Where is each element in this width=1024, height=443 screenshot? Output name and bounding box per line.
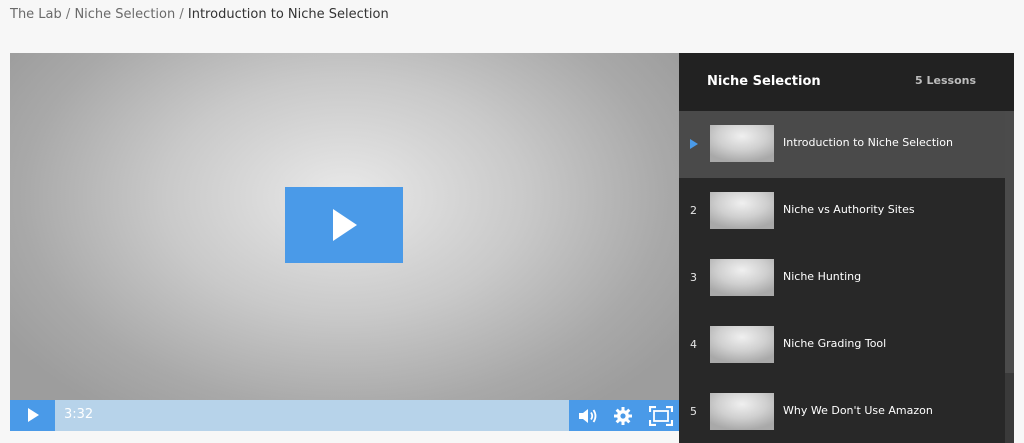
- settings-button[interactable]: [605, 400, 641, 431]
- course-section-title: Niche Selection: [707, 74, 821, 89]
- lesson-item-4[interactable]: 4 Niche Grading Tool: [679, 312, 1005, 379]
- lesson-number: 5: [690, 405, 697, 418]
- lesson-item-1[interactable]: Introduction to Niche Selection: [679, 111, 1005, 178]
- lesson-title: Niche vs Authority Sites: [783, 203, 915, 216]
- breadcrumb-link-niche-selection[interactable]: Niche Selection: [74, 7, 175, 22]
- lesson-title: Why We Don't Use Amazon: [783, 404, 933, 417]
- play-button[interactable]: [10, 400, 55, 431]
- lesson-thumbnail: [710, 192, 774, 229]
- fullscreen-button[interactable]: [641, 400, 677, 431]
- lesson-title: Niche Hunting: [783, 270, 862, 283]
- lesson-number: 2: [690, 204, 697, 217]
- control-buttons: [569, 400, 679, 431]
- play-icon: [333, 209, 357, 241]
- video-player[interactable]: 3:32: [10, 53, 679, 431]
- lesson-number: 3: [690, 271, 697, 284]
- lesson-thumbnail: [710, 259, 774, 296]
- current-lesson-arrow-icon: [690, 139, 698, 149]
- volume-icon: [579, 409, 597, 423]
- volume-button[interactable]: [569, 400, 605, 431]
- fullscreen-icon: [649, 406, 673, 426]
- lesson-thumbnail: [710, 326, 774, 363]
- sidebar-header: Niche Selection 5 Lessons: [679, 53, 1014, 111]
- lesson-item-5[interactable]: 5 Why We Don't Use Amazon: [679, 379, 1005, 443]
- lesson-item-2[interactable]: 2 Niche vs Authority Sites: [679, 178, 1005, 245]
- breadcrumb-separator: /: [179, 7, 184, 22]
- lesson-item-3[interactable]: 3 Niche Hunting: [679, 245, 1005, 312]
- big-play-button[interactable]: [285, 187, 403, 263]
- lesson-title: Niche Grading Tool: [783, 337, 887, 350]
- sidebar-scrollbar-thumb[interactable]: [1005, 111, 1014, 373]
- settings-gear-icon: [614, 407, 632, 425]
- play-icon: [28, 408, 39, 422]
- lesson-sidebar: Niche Selection 5 Lessons Introduction t…: [679, 53, 1014, 443]
- video-controls: 3:32: [10, 400, 679, 431]
- video-duration: 3:32: [64, 407, 94, 422]
- breadcrumb: The Lab / Niche Selection / Introduction…: [10, 7, 389, 22]
- lesson-count: 5 Lessons: [915, 74, 976, 87]
- lesson-thumbnail: [710, 393, 774, 430]
- breadcrumb-link-the-lab[interactable]: The Lab: [10, 7, 62, 22]
- lesson-title: Introduction to Niche Selection: [783, 136, 953, 149]
- breadcrumb-current: Introduction to Niche Selection: [187, 7, 389, 22]
- lesson-number: 4: [690, 338, 697, 351]
- lesson-thumbnail: [710, 125, 774, 162]
